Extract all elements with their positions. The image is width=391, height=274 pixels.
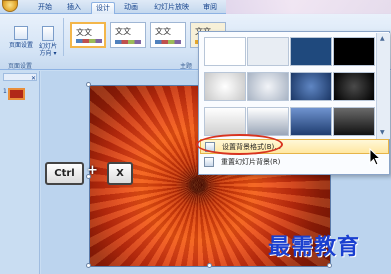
ctrl-key: Ctrl bbox=[45, 162, 84, 185]
background-style-swatch[interactable] bbox=[333, 72, 375, 101]
highlight-annotation bbox=[196, 134, 283, 155]
background-style-swatch[interactable] bbox=[333, 37, 375, 66]
tab-review[interactable]: 审阅 bbox=[199, 2, 221, 14]
background-style-swatch[interactable] bbox=[247, 72, 289, 101]
group-label-themes: 主题 bbox=[180, 63, 193, 70]
background-style-swatch[interactable] bbox=[204, 37, 246, 66]
group-label-page-setup: 页面设置 bbox=[8, 63, 33, 70]
ribbon-tab-bar: 开始 插入 设计 动画 幻灯片放映 审阅 bbox=[0, 0, 391, 16]
selection-handle[interactable] bbox=[86, 82, 91, 87]
background-style-swatch[interactable] bbox=[290, 37, 332, 66]
chevron-down-icon: ▾ bbox=[53, 50, 57, 57]
tab-animations[interactable]: 动画 bbox=[120, 2, 142, 14]
background-style-swatch[interactable] bbox=[247, 107, 289, 136]
tab-home[interactable]: 开始 bbox=[34, 2, 56, 14]
watermark: 最需教育 bbox=[268, 234, 361, 260]
slide-thumbnail-panel: ✕ 1 bbox=[0, 71, 40, 274]
scroll-up-icon[interactable]: ▲ bbox=[380, 35, 385, 42]
reset-background-icon bbox=[204, 157, 214, 167]
page-setup-label: 页面设置 bbox=[8, 42, 33, 49]
theme-preview-text: 文文 bbox=[115, 27, 131, 36]
theme-color-bars bbox=[115, 40, 141, 44]
slide-orientation-button[interactable]: 幻灯片 方向 ▾ bbox=[36, 26, 60, 57]
slide-number: 1 bbox=[3, 88, 7, 95]
theme-color-bars bbox=[76, 39, 102, 43]
plus-sign: + bbox=[87, 163, 98, 178]
reset-background-menu-item[interactable]: 重置幻灯片背景(R) bbox=[200, 155, 389, 170]
selection-handle[interactable] bbox=[207, 263, 212, 268]
slide-orientation-icon bbox=[42, 26, 54, 41]
background-style-swatch[interactable] bbox=[204, 72, 246, 101]
selection-handle[interactable] bbox=[327, 263, 332, 268]
theme-preview-text: 文文 bbox=[76, 28, 92, 37]
tab-slideshow[interactable]: 幻灯片放映 bbox=[150, 2, 193, 14]
theme-preview-text: 文文 bbox=[155, 27, 171, 36]
theme-thumbnail-office[interactable]: 文文 bbox=[70, 22, 106, 48]
theme-thumbnail-3[interactable]: 文文 bbox=[150, 22, 186, 48]
background-style-swatch[interactable] bbox=[290, 107, 332, 136]
page-setup-button[interactable]: 页面设置 bbox=[8, 26, 34, 49]
office-button[interactable] bbox=[2, 0, 18, 12]
panel-tabs[interactable]: ✕ bbox=[3, 73, 37, 82]
theme-thumbnail-2[interactable]: 文文 bbox=[110, 22, 146, 48]
group-separator bbox=[63, 18, 64, 56]
background-style-swatch[interactable] bbox=[290, 72, 332, 101]
scroll-down-icon[interactable]: ▼ bbox=[380, 129, 385, 136]
orientation-label-line2: 方向 bbox=[39, 50, 52, 57]
reset-background-label: 重置幻灯片背景(R) bbox=[221, 158, 281, 166]
background-style-swatch[interactable] bbox=[204, 107, 246, 136]
background-style-swatch[interactable] bbox=[247, 37, 289, 66]
selection-handle[interactable] bbox=[86, 263, 91, 268]
tab-insert[interactable]: 插入 bbox=[63, 2, 85, 14]
close-icon[interactable]: ✕ bbox=[31, 75, 36, 82]
x-key: X bbox=[107, 162, 133, 185]
theme-color-bars bbox=[155, 40, 181, 44]
slide-thumbnail-1[interactable] bbox=[8, 88, 25, 100]
gallery-scrollbar[interactable]: ▲ ▼ bbox=[376, 33, 390, 139]
background-style-swatch[interactable] bbox=[333, 107, 375, 136]
mouse-cursor-icon bbox=[369, 148, 381, 166]
page-setup-icon bbox=[14, 26, 28, 40]
tab-design[interactable]: 设计 bbox=[91, 2, 115, 14]
orientation-label-line1: 幻灯片 bbox=[38, 43, 57, 50]
